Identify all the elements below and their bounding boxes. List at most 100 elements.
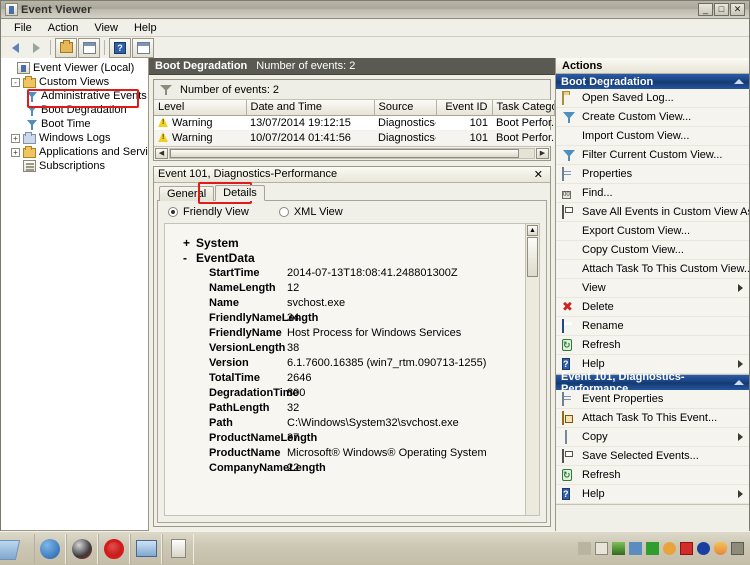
tree-node-boot-time[interactable]: Boot Time	[1, 117, 148, 131]
minimize-button[interactable]: _	[698, 3, 713, 16]
actions-group-header-event[interactable]: Event 101, Diagnostics-Performance	[556, 371, 749, 395]
scroll-left-button[interactable]: ◀	[155, 147, 168, 159]
console-tree[interactable]: Event Viewer (Local) - Custom Views Admi…	[1, 58, 149, 531]
maximize-button[interactable]: □	[714, 3, 729, 16]
taskbar-item-opera[interactable]	[98, 533, 130, 564]
red-app-icon[interactable]	[680, 542, 693, 555]
column-header-date-and-time[interactable]: Date and Time	[246, 100, 375, 116]
show-hide-actions-button[interactable]	[132, 37, 154, 58]
action-save-selected-events[interactable]: Save Selected Events...	[556, 447, 749, 466]
tree-node-custom-views[interactable]: - Custom Views	[1, 75, 148, 89]
tree-node-administrative-events[interactable]: Administrative Events	[1, 89, 148, 103]
close-button[interactable]: ✕	[730, 3, 745, 16]
field-value: 6.1.7600.16385 (win7_rtm.090713-1255)	[287, 356, 487, 369]
event-data-viewer[interactable]: + System - EventData StartTime 2014-07-13…	[164, 222, 540, 516]
radio-friendly-view[interactable]: Friendly View	[168, 206, 249, 218]
action-rename[interactable]: Rename	[556, 317, 749, 336]
action-attach-task-to-this-event[interactable]: Attach Task To This Event...	[556, 409, 749, 428]
help-button[interactable]: ?	[109, 37, 131, 58]
action-copy[interactable]: Copy	[556, 428, 749, 447]
tab-details[interactable]: Details	[215, 184, 265, 201]
action-refresh[interactable]: ↻ Refresh	[556, 336, 749, 355]
filter-bar[interactable]: Number of events: 2	[154, 80, 550, 100]
data-section-eventdata[interactable]: - EventData	[183, 251, 539, 266]
column-header-task-category[interactable]: Task Category	[492, 100, 555, 116]
scroll-track[interactable]	[169, 147, 535, 159]
action-open-saved-log[interactable]: Open Saved Log...	[556, 89, 749, 108]
detail-vertical-scrollbar[interactable]: ▲	[525, 223, 539, 515]
cell-source: Diagnostics-...	[374, 130, 436, 146]
table-row[interactable]: Warning 10/07/2014 01:41:56 Diagnostics-…	[154, 130, 554, 146]
flame-icon[interactable]	[714, 542, 727, 555]
action-filter-current-custom-view[interactable]: Filter Current Custom View...	[556, 146, 749, 165]
event-list-horizontal-scrollbar[interactable]: ◀ ▶	[154, 145, 550, 160]
table-row[interactable]: Warning 13/07/2014 19:12:15 Diagnostics-…	[154, 115, 554, 131]
field-value: C:\Windows\System32\svchost.exe	[287, 416, 459, 429]
action-view[interactable]: View	[556, 279, 749, 298]
taskbar-item-thunderbird[interactable]	[34, 533, 66, 564]
action-import-custom-view[interactable]: Import Custom View...	[556, 127, 749, 146]
network-icon[interactable]	[629, 542, 642, 555]
action-save-all-events-in-custom-view-as[interactable]: Save All Events in Custom View As...	[556, 203, 749, 222]
tree-node-windows-logs[interactable]: + Windows Logs	[1, 131, 148, 145]
tree-node-subscriptions[interactable]: Subscriptions	[1, 159, 148, 173]
column-header-event-id[interactable]: Event ID	[436, 100, 493, 116]
section-label: EventData	[196, 250, 255, 265]
show-hide-tree-button[interactable]	[78, 37, 100, 58]
column-header-level[interactable]: Level	[154, 100, 247, 116]
chevron-up-icon[interactable]	[734, 380, 744, 385]
tree-node-event-viewer[interactable]: Event Viewer (Local)	[1, 61, 148, 75]
action-export-custom-view[interactable]: Export Custom View...	[556, 222, 749, 241]
action-copy-custom-view[interactable]: Copy Custom View...	[556, 241, 749, 260]
taskbar-item-event-viewer[interactable]	[162, 533, 194, 564]
forward-button[interactable]	[26, 39, 46, 57]
action-attach-task-to-this-custom-view[interactable]: Attach Task To This Custom View...	[556, 260, 749, 279]
action-delete[interactable]: ✖ Delete	[556, 298, 749, 317]
back-button[interactable]	[5, 39, 25, 57]
detail-close-icon[interactable]: ✕	[531, 168, 546, 181]
screen-icon[interactable]	[731, 542, 744, 555]
scroll-thumb[interactable]	[527, 236, 538, 277]
scroll-up-button[interactable]: ▲	[527, 224, 538, 236]
action-properties[interactable]: Properties	[556, 165, 749, 184]
action-event-properties[interactable]: Event Properties	[556, 390, 749, 409]
package-icon[interactable]	[663, 542, 676, 555]
radio-label: Friendly View	[183, 205, 249, 218]
data-field-row: TotalTime 2646	[183, 371, 539, 386]
scroll-right-button[interactable]: ▶	[536, 147, 549, 159]
expand-expander[interactable]: +	[183, 236, 196, 251]
menu-help[interactable]: Help	[127, 21, 164, 35]
data-section-system[interactable]: + System	[183, 236, 539, 251]
help-icon: ?	[114, 41, 126, 54]
tree-node-applications-and-services-logs[interactable]: + Applications and Services Logs	[1, 145, 148, 159]
collapse-expander[interactable]: -	[11, 77, 20, 87]
blue-circle-icon[interactable]	[697, 542, 710, 555]
start-button[interactable]	[0, 534, 32, 564]
menu-file[interactable]: File	[7, 21, 39, 35]
action-find[interactable]: 00 Find...	[556, 184, 749, 203]
tree-node-boot-degradation[interactable]: Boot Degradation	[1, 103, 148, 117]
collapse-expander[interactable]: -	[183, 251, 196, 266]
expand-expander[interactable]: +	[11, 147, 20, 157]
radio-xml-view[interactable]: XML View	[278, 206, 343, 218]
scroll-thumb[interactable]	[170, 148, 520, 158]
action-create-custom-view[interactable]: Create Custom View...	[556, 108, 749, 127]
green-square-icon[interactable]	[646, 542, 659, 555]
taskbar-item-browser[interactable]	[66, 533, 98, 564]
taskbar-item-remote-desktop[interactable]	[130, 533, 162, 564]
tab-general[interactable]: General	[159, 185, 215, 201]
expand-expander[interactable]: +	[11, 133, 20, 143]
column-header-source[interactable]: Source	[374, 100, 437, 116]
action-help-event[interactable]: ? Help	[556, 485, 749, 504]
thunderbird-icon	[40, 538, 60, 559]
menu-action[interactable]: Action	[41, 21, 86, 35]
chevron-up-icon[interactable]	[734, 79, 744, 84]
map-icon[interactable]	[612, 542, 625, 555]
event-table[interactable]: Level Date and Time Source Event ID Task…	[154, 100, 555, 146]
action-refresh-event[interactable]: ↻ Refresh	[556, 466, 749, 485]
up-folder-button[interactable]	[55, 37, 77, 58]
actions-group-header-boot-degradation[interactable]: Boot Degradation	[556, 74, 749, 89]
menu-view[interactable]: View	[87, 21, 125, 35]
lock-icon[interactable]	[578, 542, 591, 555]
windows-icon[interactable]	[595, 542, 608, 555]
